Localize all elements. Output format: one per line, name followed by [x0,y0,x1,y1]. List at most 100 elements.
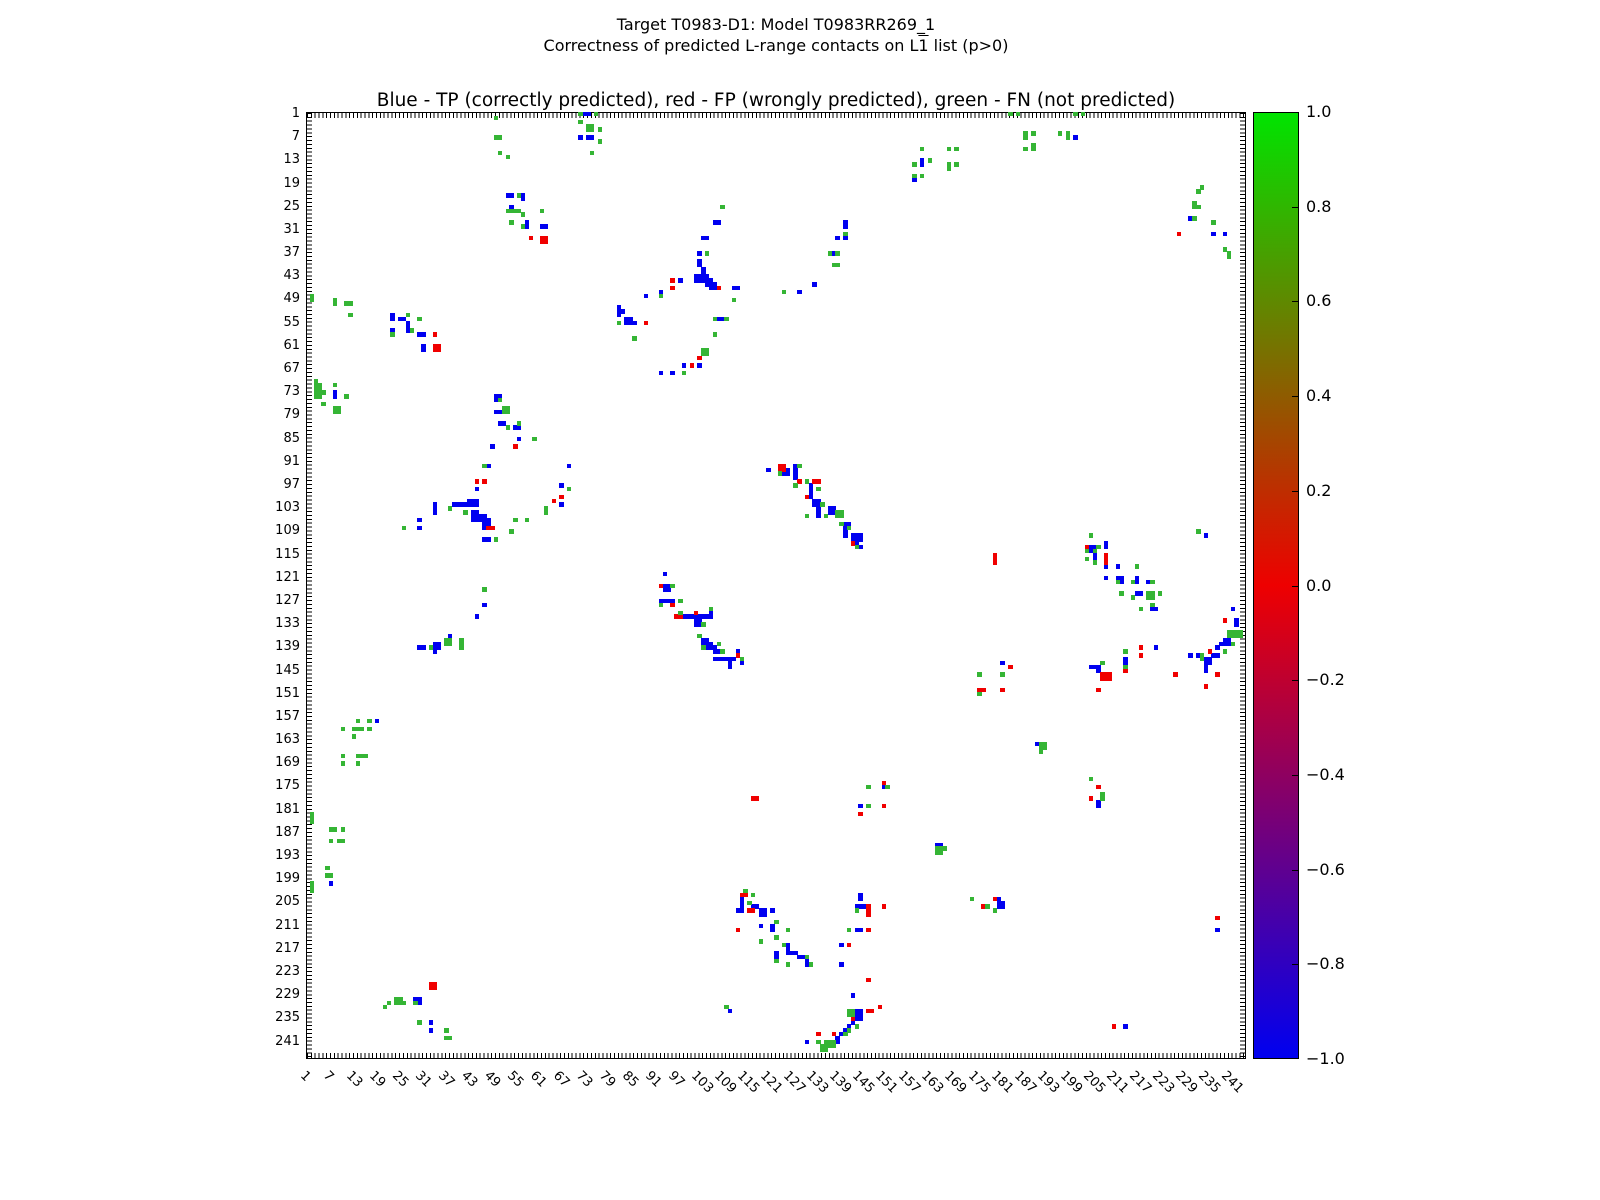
contact-point [1158,591,1162,595]
contact-point [617,321,621,325]
contact-point [1204,684,1208,688]
contact-point [1173,672,1177,676]
contact-point [816,506,820,518]
x-tick-label: 79 [597,1069,618,1090]
contact-point [417,645,425,649]
y-tick-label: 133 [256,617,300,631]
contact-point [690,363,694,367]
contact-point [759,939,763,943]
contact-point [578,135,582,139]
contact-point [433,649,437,653]
contact-point [1119,591,1123,595]
contact-point [820,502,824,506]
contact-point [743,889,747,893]
x-tick-label: 199 [1057,1069,1084,1096]
contact-point [552,499,556,503]
contact-point [866,904,870,916]
contact-point [828,251,832,255]
contact-point [697,356,701,360]
x-tick-label: 55 [505,1069,526,1090]
y-tick-label: 235 [256,1011,300,1025]
x-tick-label: 103 [689,1069,716,1096]
contact-point [502,406,510,414]
contact-point [475,487,479,491]
colorbar-tick-label: −0.2 [1306,672,1345,688]
contact-point [1089,777,1093,781]
contact-point [866,978,870,982]
contact-point [1150,603,1154,607]
contact-point [701,622,705,626]
contact-point [506,155,510,159]
contact-point [1073,135,1077,139]
contact-point [912,174,916,178]
contact-point [344,301,352,305]
contact-point [367,719,371,723]
contact-point [1215,928,1219,932]
contact-point [866,928,870,932]
contact-point [598,127,602,131]
contact-point [751,796,759,800]
x-tick-label: 169 [942,1069,969,1096]
colorbar-tick [1292,586,1299,587]
contact-point [659,603,663,607]
colorbar-tick-label: −0.8 [1306,956,1345,972]
contact-point [433,332,437,336]
contact-point [1200,185,1204,189]
contact-point [433,502,437,514]
subtitle-pre: Correctness of predicted L-range contact… [544,36,919,55]
contact-point [559,483,563,487]
contact-point [341,754,345,758]
contact-point [310,294,314,302]
contact-point [1031,131,1035,135]
contact-point [882,904,886,908]
x-tick-label: 49 [482,1069,503,1090]
contact-point [598,139,602,143]
colorbar-tick-label: 0.8 [1306,199,1331,215]
x-axis-minor-ticks-top [307,113,1245,118]
contact-point [1215,672,1219,676]
contact-point [759,908,767,916]
colorbar-tick-label: 0.4 [1306,388,1331,404]
contact-point [1096,800,1100,808]
contact-point [333,383,337,387]
contact-point [674,614,682,618]
contact-point [713,220,721,224]
contact-point [855,1024,859,1028]
contact-point [920,147,924,151]
contact-point [567,487,571,491]
contact-point [858,545,862,549]
contact-point [417,526,421,530]
contact-point [482,464,486,468]
contact-point [782,290,786,294]
contact-point [521,224,525,228]
axes-title: Blue - TP (correctly predicted), red - F… [306,90,1246,111]
contact-point [954,147,958,151]
contact-point [782,943,786,947]
contact-point [644,321,648,325]
contact-point [475,479,479,483]
contact-point [1096,785,1100,789]
contact-point [1116,564,1120,568]
contact-point [1000,688,1004,692]
x-tick-label: 85 [620,1069,641,1090]
x-tick-label: 25 [390,1069,411,1090]
contact-point [812,282,816,286]
figure-title-line1: Target T0983-D1: Model T0983RR269_1 [376,14,1176,35]
contact-point [444,1028,448,1032]
contact-point [1154,645,1158,649]
contact-point [486,526,494,530]
contact-point [413,1001,417,1005]
contact-point [578,112,582,116]
contact-point [747,901,751,905]
contact-point [1104,553,1108,565]
y-axis-minor-ticks-left [307,113,312,1058]
contact-point [367,727,371,731]
contact-point [498,151,502,155]
contact-point [429,645,433,649]
contact-point [835,236,839,240]
x-tick-label: 43 [459,1069,480,1090]
x-tick-label: 151 [873,1069,900,1096]
contact-point [839,522,843,526]
contact-point [333,406,341,414]
contact-point [417,332,425,336]
